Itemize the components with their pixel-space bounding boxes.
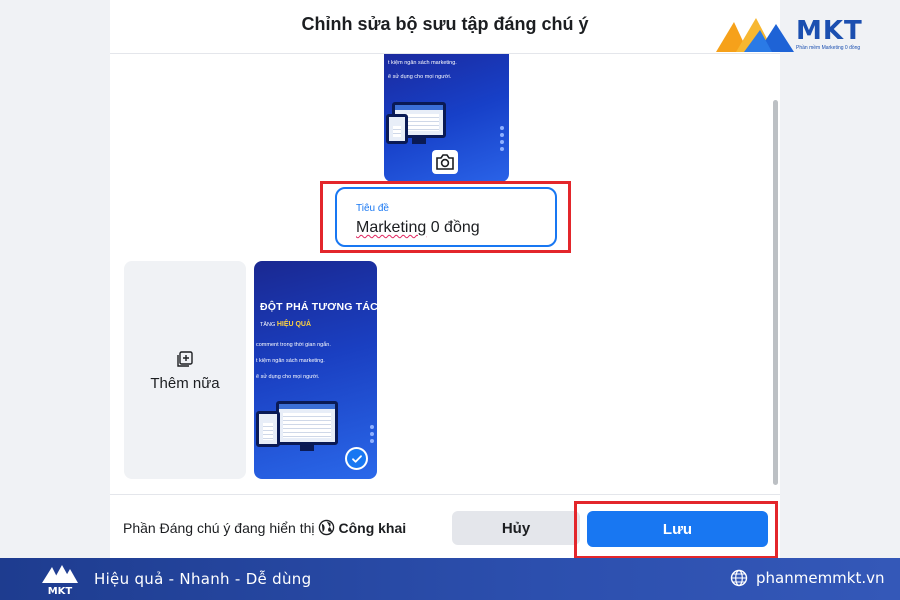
edit-featured-dialog: Chỉnh sửa bộ sưu tập đáng chú ý t kiệm n… bbox=[110, 0, 780, 559]
camera-icon bbox=[436, 154, 454, 170]
globe-icon bbox=[319, 519, 335, 536]
cancel-button[interactable]: Hủy bbox=[452, 511, 580, 545]
save-button[interactable]: Lưu bbox=[587, 511, 768, 547]
dialog-title: Chỉnh sửa bộ sưu tập đáng chú ý bbox=[301, 14, 589, 34]
change-cover-button[interactable] bbox=[432, 150, 458, 174]
globe-icon bbox=[730, 569, 748, 587]
slogan: Hiệu quả - Nhanh - Dễ dùng bbox=[94, 570, 312, 588]
dialog-header: Chỉnh sửa bộ sưu tập đáng chú ý bbox=[110, 0, 780, 54]
cover-text-line: t kiệm ngân sách marketing. bbox=[388, 60, 457, 66]
visibility-value[interactable]: Công khai bbox=[338, 520, 406, 536]
brand-tagline: Phần mềm Marketing 0 đồng bbox=[796, 45, 861, 51]
title-value[interactable]: Marketing 0 đồng bbox=[356, 219, 480, 237]
selected-check[interactable] bbox=[345, 447, 368, 470]
monitor-graphic bbox=[276, 401, 338, 445]
svg-text:MKT: MKT bbox=[48, 586, 73, 597]
add-photo-icon bbox=[177, 350, 193, 367]
featured-thumbnail[interactable]: ĐỘT PHÁ TƯƠNG TÁC TĂNG HIỆU QUẢ comment … bbox=[254, 261, 377, 479]
brand-logo: MKT Phần mềm Marketing 0 đồng bbox=[714, 14, 874, 56]
cover-image: t kiệm ngân sách marketing. ẽ sử dụng ch… bbox=[384, 54, 509, 182]
cover-text-line: ẽ sử dụng cho mọi người. bbox=[388, 74, 452, 80]
bottom-banner: MKT Hiệu quả - Nhanh - Dễ dùng phanmemmk… bbox=[0, 558, 900, 600]
monitor-graphic bbox=[386, 114, 408, 144]
add-more-button[interactable]: Thêm nữa bbox=[124, 261, 246, 479]
dialog-content[interactable]: t kiệm ngân sách marketing. ẽ sử dụng ch… bbox=[110, 54, 780, 494]
website-url[interactable]: phanmemmkt.vn bbox=[756, 569, 885, 587]
visibility-info: Phần Đáng chú ý đang hiển thị Công khai bbox=[123, 519, 406, 536]
website[interactable]: phanmemmkt.vn bbox=[730, 569, 885, 587]
monitor-graphic bbox=[256, 411, 280, 447]
thumbnail-text-line: comment trong thời gian ngắn. bbox=[256, 342, 331, 348]
title-label: Tiêu đề bbox=[356, 203, 389, 214]
check-icon bbox=[351, 454, 362, 463]
title-input[interactable]: Tiêu đề Marketing 0 đồng bbox=[335, 187, 557, 247]
brand-name: MKT bbox=[796, 16, 863, 46]
scrollbar[interactable] bbox=[773, 100, 778, 485]
dialog-footer: Phần Đáng chú ý đang hiển thị Công khai … bbox=[110, 494, 780, 559]
visibility-text: Phần Đáng chú ý đang hiển thị bbox=[123, 519, 315, 536]
thumbnail-subheading: TĂNG HIỆU QUẢ bbox=[260, 321, 312, 328]
add-more-label: Thêm nữa bbox=[150, 374, 220, 392]
thumbnail-headline: ĐỘT PHÁ TƯƠNG TÁC bbox=[260, 301, 377, 313]
thumbnail-text-line: t kiệm ngân sách marketing. bbox=[256, 358, 325, 364]
thumbnail-text-line: ẽ sử dụng cho mọi người. bbox=[256, 374, 320, 380]
mkt-logo-icon bbox=[716, 18, 794, 52]
mkt-small-logo-icon: MKT bbox=[42, 565, 78, 597]
